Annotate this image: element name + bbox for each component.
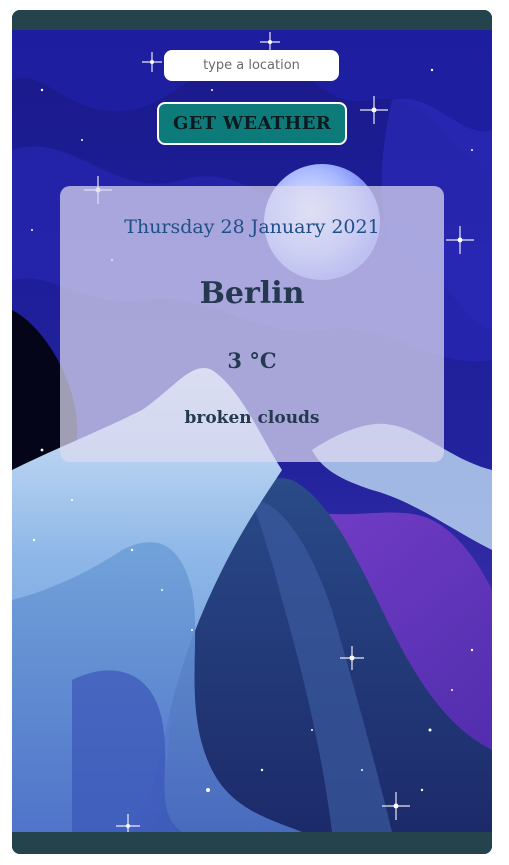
top-bar <box>12 10 492 30</box>
location-input[interactable] <box>164 50 339 81</box>
weather-city: Berlin <box>199 276 305 311</box>
background-illustration: GET WEATHER Thursday 28 January 2021 Ber… <box>12 30 492 832</box>
weather-card: Thursday 28 January 2021 Berlin 3 °C bro… <box>60 186 444 462</box>
weather-date: Thursday 28 January 2021 <box>124 216 380 238</box>
weather-description: broken clouds <box>184 408 320 428</box>
get-weather-button[interactable]: GET WEATHER <box>157 102 347 145</box>
weather-temperature: 3 °C <box>227 348 277 373</box>
app-frame: GET WEATHER Thursday 28 January 2021 Ber… <box>12 10 492 854</box>
bottom-bar <box>12 832 492 854</box>
